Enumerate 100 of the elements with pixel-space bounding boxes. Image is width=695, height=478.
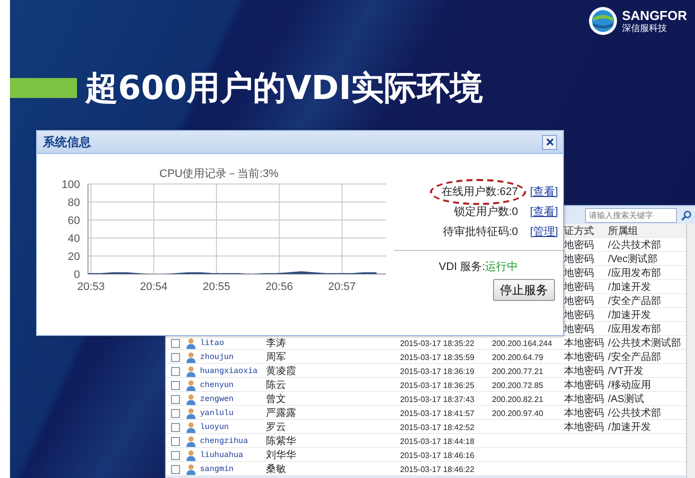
stop-service-button[interactable]: 停止服务 — [493, 279, 555, 301]
group-cell-text: /公共技术部 — [608, 406, 662, 421]
ip-cell-text: 200.200.82.21 — [492, 394, 544, 406]
ip-cell-text: 200.200.97.40 — [492, 408, 544, 420]
brand-name: SANGFOR — [622, 8, 687, 22]
auth-cell-text: 本地密码 — [564, 350, 605, 365]
username-link[interactable]: litao — [200, 338, 266, 350]
auth-cell-text: 地密码 — [564, 280, 595, 295]
user-icon — [186, 338, 196, 349]
username-link[interactable]: zengwen — [200, 394, 266, 406]
brand-subtitle: 深信服科技 — [622, 22, 668, 34]
y-tick-label: 60 — [68, 215, 80, 227]
username-link[interactable]: sangmin — [200, 464, 266, 476]
view-link[interactable]: [查看] — [530, 204, 558, 220]
slide-title: 超600用户的VDI实际环境 — [85, 68, 484, 108]
stat-label: 锁定用户数:0 — [454, 206, 518, 218]
name-cell-text: 桑敏 — [266, 463, 287, 477]
scrollbar[interactable] — [686, 224, 695, 478]
y-tick-label: 40 — [68, 233, 80, 245]
row-checkbox[interactable] — [171, 423, 180, 432]
username-link[interactable]: luoyun — [200, 422, 266, 434]
x-tick-label: 20:55 — [202, 281, 230, 293]
search-icon[interactable] — [681, 210, 692, 220]
ip-cell-text: 200.200.72.85 — [492, 380, 544, 392]
name-cell-text: 曾文 — [266, 392, 287, 407]
chart-title: CPU使用记录－当前:3% — [159, 168, 279, 180]
ip-cell-text: 200.200.164.244 — [492, 338, 554, 350]
x-tick-label: 20:54 — [140, 281, 168, 293]
username-link[interactable]: huangxiaoxia — [200, 366, 266, 378]
group-cell-text: /移动应用 — [608, 378, 652, 393]
stat-label: 在线用户数:627 — [442, 186, 518, 198]
user-icon — [186, 408, 196, 419]
group-cell-text: /公共技术部 — [608, 238, 662, 253]
group-cell-text: /VT开发 — [608, 365, 645, 379]
auth-cell-text: 本地密码 — [564, 378, 605, 393]
column-header[interactable]: 证方式 — [564, 224, 608, 239]
close-button[interactable] — [542, 134, 557, 150]
group-cell-text: /应用发布部 — [608, 266, 662, 281]
user-icon — [186, 436, 196, 447]
username-link[interactable]: yanlulu — [200, 408, 266, 420]
name-cell-text: 刘华华 — [266, 448, 297, 463]
name-cell-text: 陈紫华 — [266, 434, 297, 449]
ip-cell-text: 200.200.77.21 — [492, 366, 544, 378]
login-time-cell-text: 2015-03-17 18:46:16 — [400, 450, 476, 462]
auth-cell-text: 地密码 — [564, 308, 595, 323]
group-cell-text: /安全产品部 — [608, 350, 662, 365]
y-tick-label: 0 — [74, 269, 80, 281]
accent-bar — [10, 78, 77, 98]
name-cell-text: 严露露 — [266, 407, 297, 421]
auth-cell-text: 地密码 — [564, 322, 595, 337]
view-link[interactable]: [管理] — [530, 224, 558, 240]
x-tick-label: 20:57 — [328, 281, 356, 293]
name-cell-text: 黄凌霞 — [266, 364, 297, 379]
user-icon — [186, 464, 196, 475]
user-icon — [186, 450, 196, 461]
auth-cell-text: 地密码 — [564, 238, 595, 253]
username-link[interactable]: liuhuahua — [200, 450, 266, 462]
login-time-cell-text: 2015-03-17 18:41:57 — [400, 408, 476, 420]
row-checkbox[interactable] — [171, 409, 180, 418]
row-checkbox[interactable] — [171, 451, 180, 460]
user-icon — [186, 394, 196, 405]
login-time-cell-text: 2015-03-17 18:37:43 — [400, 394, 476, 406]
auth-cell-text: 本地密码 — [564, 364, 605, 379]
row-checkbox[interactable] — [171, 381, 180, 390]
group-cell-text: /安全产品部 — [608, 294, 662, 309]
x-tick-label: 20:53 — [77, 281, 105, 293]
username-link[interactable]: zhoujun — [200, 352, 266, 364]
search-field[interactable]: 请输入搜索关键字 — [585, 208, 677, 222]
row-checkbox[interactable] — [171, 437, 180, 446]
row-checkbox[interactable] — [171, 465, 180, 474]
login-time-cell-text: 2015-03-17 18:36:19 — [400, 366, 476, 378]
column-header[interactable]: 所属组 — [608, 224, 686, 239]
close-icon[interactable] — [546, 138, 554, 146]
row-checkbox[interactable] — [171, 367, 180, 376]
ip-cell-text: 200.200.64.79 — [492, 352, 544, 364]
service-status: 运行中 — [485, 260, 518, 275]
auth-cell-text: 本地密码 — [564, 420, 605, 435]
group-cell-text: /加速开发 — [608, 308, 652, 323]
y-tick-label: 80 — [68, 197, 80, 209]
auth-cell-text: 地密码 — [564, 266, 595, 281]
username-link[interactable]: chenyun — [200, 380, 266, 392]
dialog-title: 系统信息 — [43, 134, 91, 151]
row-checkbox[interactable] — [171, 395, 180, 404]
user-icon — [186, 366, 196, 377]
username-link[interactable]: chengzihua — [200, 436, 266, 448]
group-cell-text: /Vec测试部 — [608, 252, 658, 267]
auth-cell-text: 本地密码 — [564, 406, 605, 421]
login-time-cell-text: 2015-03-17 18:35:59 — [400, 352, 476, 364]
view-link[interactable]: [查看] — [530, 184, 558, 200]
login-time-cell-text: 2015-03-17 18:35:22 — [400, 338, 476, 350]
stat-label: 待审批特征码:0 — [442, 226, 518, 238]
row-checkbox[interactable] — [171, 353, 180, 362]
service-label: VDI 服务: — [438, 260, 486, 275]
name-cell-text: 罗云 — [266, 421, 287, 435]
row-checkbox[interactable] — [171, 339, 180, 348]
logo-icon — [588, 6, 618, 36]
auth-cell-text: 地密码 — [564, 252, 595, 267]
login-time-cell-text: 2015-03-17 18:44:18 — [400, 436, 476, 448]
auth-cell-text: 本地密码 — [564, 392, 605, 407]
login-time-cell-text: 2015-03-17 18:42:52 — [400, 422, 476, 434]
